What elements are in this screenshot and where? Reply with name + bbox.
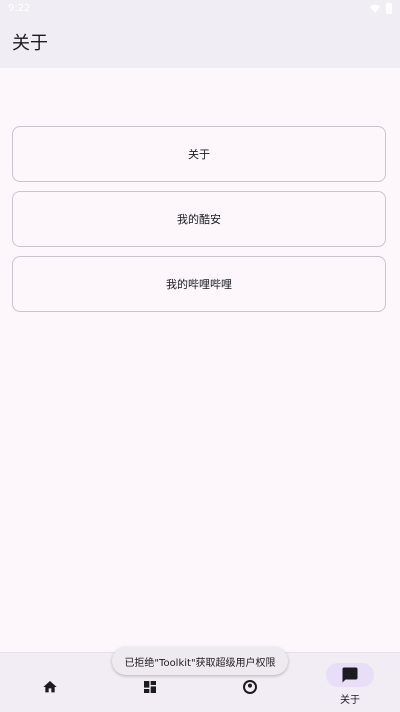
chat-icon (342, 667, 358, 683)
nav-item-home[interactable] (0, 653, 100, 712)
coolapk-card-label: 我的酷安 (177, 213, 221, 226)
nav-indicator (126, 675, 174, 699)
bilibili-card[interactable]: 我的哔哩哔哩 (12, 256, 386, 312)
status-icons (370, 3, 392, 14)
about-card-label: 关于 (188, 148, 210, 161)
toast-message: 已拒绝"Toolkit"获取超级用户权限 (112, 647, 288, 675)
dashboard-icon (144, 681, 156, 693)
nav-label-about: 关于 (340, 695, 360, 706)
nav-indicator (226, 675, 274, 699)
status-time: 9:22 (8, 3, 31, 14)
coolapk-card[interactable]: 我的酷安 (12, 191, 386, 247)
bilibili-card-label: 我的哔哩哔哩 (166, 278, 232, 291)
home-icon (43, 681, 57, 693)
page-title: 关于 (12, 33, 48, 54)
nav-indicator (26, 675, 74, 699)
status-bar: 9:22 (0, 0, 400, 20)
nav-active-indicator (326, 663, 374, 687)
about-card[interactable]: 关于 (12, 126, 386, 182)
app-bar: 关于 (0, 20, 400, 68)
battery-icon (386, 3, 392, 14)
account-icon (243, 680, 257, 694)
about-screen: 9:22 关于 关于 我的酷安 我的哔哩哔哩 关于 已拒绝"Toolkit"获取… (0, 0, 400, 712)
nav-item-about[interactable]: 关于 (300, 653, 400, 712)
wifi-icon (370, 4, 380, 13)
